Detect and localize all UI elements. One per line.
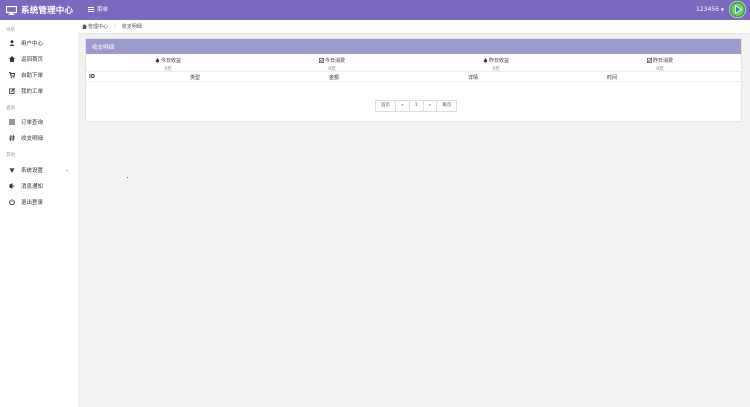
breadcrumb: 管理中心 / 收支明细 xyxy=(78,20,750,34)
stat-today-expense: 今日消费 0元 xyxy=(272,57,392,72)
sidebar-item-transactions[interactable]: 收支明细 xyxy=(0,132,78,144)
pagination-last[interactable]: 尾页 xyxy=(437,101,457,111)
breadcrumb-separator: / xyxy=(114,23,116,30)
user-menu[interactable]: 123456 ▼ xyxy=(696,6,724,13)
breadcrumb-home[interactable]: 管理中心 xyxy=(88,23,108,30)
check-square-icon xyxy=(318,58,324,63)
column-amount[interactable]: 金额 xyxy=(329,74,339,81)
app-title: 系统管理中心 xyxy=(21,6,74,16)
column-type[interactable]: 类型 xyxy=(190,74,200,81)
brand[interactable]: 系统管理中心 xyxy=(6,3,73,17)
sidebar-item-label: 收支明细 xyxy=(21,136,44,142)
stat-yesterday-expense: 昨日消费 0元 xyxy=(600,57,720,72)
drop-icon xyxy=(155,58,160,63)
sidebar-section-other: 其他 xyxy=(6,153,15,158)
sidebar-item-label: 订单查询 xyxy=(21,120,44,126)
stats-row: 今日收益 0元 今日消费 0元 昨日收益 0元 昨日消费 0元 xyxy=(86,54,741,72)
bell-icon xyxy=(9,183,15,189)
transactions-panel: 收支明细 今日收益 0元 今日消费 0元 昨日收益 0元 昨日消费 0元 ID … xyxy=(85,38,742,122)
user-icon xyxy=(9,40,15,46)
pagination: 首页 « 1 » 尾页 xyxy=(375,100,458,112)
chevron-left-icon: < xyxy=(65,167,69,173)
home-icon xyxy=(82,24,87,29)
pagination-first[interactable]: 首页 xyxy=(376,101,396,111)
check-square-icon xyxy=(646,58,652,63)
sidebar-item-tickets[interactable]: 我的工单 xyxy=(0,85,78,97)
cart-icon xyxy=(9,72,15,78)
breadcrumb-current: 收支明细 xyxy=(121,24,142,30)
monitor-icon xyxy=(6,5,17,15)
stat-label: 昨日消费 xyxy=(652,58,673,64)
stray-dot xyxy=(127,177,128,178)
list-icon xyxy=(9,119,15,125)
sidebar-item-label: 我的工单 xyxy=(21,89,44,95)
stat-label: 昨日收益 xyxy=(488,58,509,64)
menu-toggle-label: 菜单 xyxy=(97,7,109,13)
sidebar-section-query: 查询 xyxy=(6,106,15,111)
sidebar-item-logout[interactable]: 退出登录 xyxy=(0,196,78,208)
sidebar-item-system-settings[interactable]: 系统设置 < xyxy=(0,164,78,176)
pagination-prev[interactable]: « xyxy=(396,101,410,111)
panel-header: 收支明细 xyxy=(86,39,741,54)
sidebar-item-self-order[interactable]: 自助下单 xyxy=(0,69,78,81)
sidebar-item-label: 返回首页 xyxy=(21,57,44,63)
avatar-image xyxy=(729,1,746,18)
menu-icon xyxy=(88,6,94,12)
caret-down-icon: ▼ xyxy=(720,7,724,12)
stat-label: 今日收益 xyxy=(160,58,181,64)
settings-icon xyxy=(9,168,15,173)
menu-toggle-button[interactable]: 菜单 xyxy=(88,5,108,13)
panel-title: 收支明细 xyxy=(92,44,115,51)
sidebar: 导航 用户中心 返回首页 自助下单 我的工单 查询 订单查询 收支明细 其他 系… xyxy=(0,20,78,407)
sidebar-section-nav: 导航 xyxy=(6,28,15,33)
sidebar-item-label: 消息通知 xyxy=(21,184,44,190)
sidebar-item-label: 系统设置 xyxy=(21,168,44,174)
power-icon xyxy=(9,199,15,205)
pagination-page-1[interactable]: 1 xyxy=(409,101,424,111)
sidebar-item-user-center[interactable]: 用户中心 xyxy=(0,37,78,49)
stat-yesterday-income: 昨日收益 0元 xyxy=(436,57,556,72)
column-id[interactable]: ID xyxy=(89,74,95,80)
hash-icon xyxy=(9,135,15,141)
sidebar-item-notifications[interactable]: 消息通知 xyxy=(0,180,78,192)
stat-today-income: 今日收益 0元 xyxy=(108,57,228,72)
sidebar-item-label: 退出登录 xyxy=(21,200,44,206)
column-time[interactable]: 时间 xyxy=(607,74,617,81)
top-bar: 系统管理中心 菜单 123456 ▼ xyxy=(0,0,750,20)
sidebar-item-order-query[interactable]: 订单查询 xyxy=(0,116,78,128)
username: 123456 xyxy=(696,6,719,13)
sidebar-item-label: 用户中心 xyxy=(21,41,44,47)
table-header: ID 类型 金额 详情 时间 xyxy=(86,72,741,82)
stat-label: 今日消费 xyxy=(324,58,345,64)
sidebar-item-home[interactable]: 返回首页 xyxy=(0,53,78,65)
column-details[interactable]: 详情 xyxy=(468,74,478,81)
drop-icon xyxy=(483,58,488,63)
pagination-next[interactable]: » xyxy=(423,101,438,111)
edit-icon xyxy=(9,88,15,94)
avatar[interactable] xyxy=(729,1,746,18)
sidebar-item-label: 自助下单 xyxy=(21,73,44,79)
home-icon xyxy=(9,56,15,62)
